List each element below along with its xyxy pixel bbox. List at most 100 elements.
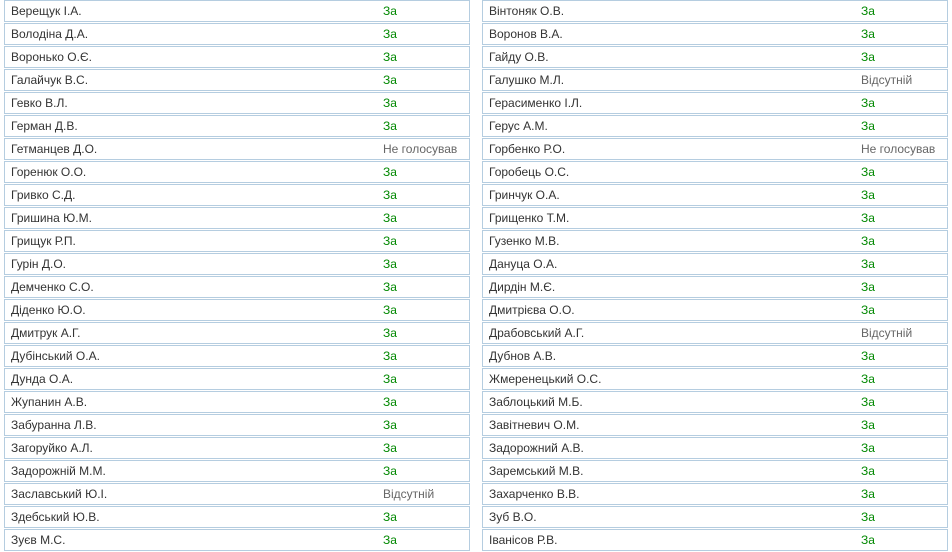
deputy-name: Здебський Ю.В.	[5, 510, 377, 524]
deputy-name: Грищук Р.П.	[5, 234, 377, 248]
deputy-name: Захарченко В.В.	[483, 487, 855, 501]
deputy-name: Іванісов Р.В.	[483, 533, 855, 547]
vote-row: Дубнов А.В.За	[482, 345, 948, 367]
deputy-name: Горенюк О.О.	[5, 165, 377, 179]
vote-value: За	[855, 119, 947, 133]
vote-value: За	[377, 165, 469, 179]
vote-value: За	[377, 418, 469, 432]
deputy-name: Воронько О.Є.	[5, 50, 377, 64]
vote-row: Грищенко Т.М.За	[482, 207, 948, 229]
vote-row: Дунда О.А.За	[4, 368, 470, 390]
vote-value: За	[855, 188, 947, 202]
vote-row: Грищук Р.П.За	[4, 230, 470, 252]
vote-row: Горенюк О.О.За	[4, 161, 470, 183]
vote-value: За	[377, 234, 469, 248]
deputy-name: Дануца О.А.	[483, 257, 855, 271]
deputy-name: Дирдін М.Є.	[483, 280, 855, 294]
vote-row: Гайду О.В.За	[482, 46, 948, 68]
deputy-name: Грищенко Т.М.	[483, 211, 855, 225]
vote-row: Гетманцев Д.О.Не голосував	[4, 138, 470, 160]
vote-value: За	[855, 487, 947, 501]
deputy-name: Задорожний А.В.	[483, 441, 855, 455]
vote-value: За	[377, 50, 469, 64]
vote-row: Гурін Д.О.За	[4, 253, 470, 275]
vote-row: Дануца О.А.За	[482, 253, 948, 275]
deputy-name: Гринчук О.А.	[483, 188, 855, 202]
vote-row: Горобець О.С.За	[482, 161, 948, 183]
vote-column-right: Вінтоняк О.В.ЗаВоронов В.А.ЗаГайду О.В.З…	[476, 0, 948, 552]
deputy-name: Дмитрієва О.О.	[483, 303, 855, 317]
vote-value: За	[855, 257, 947, 271]
vote-row: Здебський Ю.В.За	[4, 506, 470, 528]
vote-row: Гринчук О.А.За	[482, 184, 948, 206]
vote-column-left: Верещук І.А.ЗаВолодіна Д.А.ЗаВоронько О.…	[4, 0, 476, 552]
vote-value: За	[377, 441, 469, 455]
vote-row: Гришина Ю.М.За	[4, 207, 470, 229]
deputy-name: Задорожній М.М.	[5, 464, 377, 478]
deputy-name: Горобець О.С.	[483, 165, 855, 179]
vote-value: За	[377, 326, 469, 340]
vote-value: За	[377, 280, 469, 294]
deputy-name: Дубнов А.В.	[483, 349, 855, 363]
vote-row: Вінтоняк О.В.За	[482, 0, 948, 22]
deputy-name: Гузенко М.В.	[483, 234, 855, 248]
deputy-name: Жупанин А.В.	[5, 395, 377, 409]
vote-value: Не голосував	[855, 142, 947, 156]
vote-row: Дубінський О.А.За	[4, 345, 470, 367]
vote-value: За	[377, 96, 469, 110]
deputy-name: Заславський Ю.І.	[5, 487, 377, 501]
vote-value: За	[855, 395, 947, 409]
vote-value: За	[855, 533, 947, 547]
deputy-name: Галушко М.Л.	[483, 73, 855, 87]
vote-row: Гузенко М.В.За	[482, 230, 948, 252]
vote-row: Задорожній М.М.За	[4, 460, 470, 482]
deputy-name: Вінтоняк О.В.	[483, 4, 855, 18]
vote-value: За	[377, 349, 469, 363]
vote-row: Воронько О.Є.За	[4, 46, 470, 68]
vote-value: Відсутній	[377, 487, 469, 501]
vote-value: За	[855, 211, 947, 225]
deputy-name: Гевко В.Л.	[5, 96, 377, 110]
vote-value: За	[377, 303, 469, 317]
vote-value: За	[377, 510, 469, 524]
vote-row: Загоруйко А.Л.За	[4, 437, 470, 459]
vote-value: За	[855, 234, 947, 248]
vote-results: Верещук І.А.ЗаВолодіна Д.А.ЗаВоронько О.…	[0, 0, 952, 552]
vote-value: Відсутній	[855, 326, 947, 340]
vote-value: За	[377, 119, 469, 133]
vote-value: За	[855, 349, 947, 363]
vote-value: За	[377, 27, 469, 41]
vote-row: Заславський Ю.І.Відсутній	[4, 483, 470, 505]
deputy-name: Гетманцев Д.О.	[5, 142, 377, 156]
vote-row: Демченко С.О.За	[4, 276, 470, 298]
vote-value: За	[855, 50, 947, 64]
deputy-name: Заремський М.В.	[483, 464, 855, 478]
vote-row: Дирдін М.Є.За	[482, 276, 948, 298]
vote-value: За	[377, 4, 469, 18]
vote-row: Діденко Ю.О.За	[4, 299, 470, 321]
vote-row: Герман Д.В.За	[4, 115, 470, 137]
deputy-name: Володіна Д.А.	[5, 27, 377, 41]
vote-row: Жупанин А.В.За	[4, 391, 470, 413]
vote-value: За	[855, 372, 947, 386]
vote-value: Відсутній	[855, 73, 947, 87]
vote-row: Воронов В.А.За	[482, 23, 948, 45]
deputy-name: Забуранна Л.В.	[5, 418, 377, 432]
vote-value: Не голосував	[377, 142, 469, 156]
deputy-name: Гайду О.В.	[483, 50, 855, 64]
vote-value: За	[377, 533, 469, 547]
vote-row: Гевко В.Л.За	[4, 92, 470, 114]
vote-value: За	[377, 211, 469, 225]
vote-value: За	[377, 395, 469, 409]
deputy-name: Зуєв М.С.	[5, 533, 377, 547]
vote-row: Герасименко І.Л.За	[482, 92, 948, 114]
vote-row: Завітневич О.М.За	[482, 414, 948, 436]
vote-value: За	[377, 257, 469, 271]
vote-value: За	[855, 4, 947, 18]
deputy-name: Гришина Ю.М.	[5, 211, 377, 225]
vote-value: За	[855, 280, 947, 294]
vote-value: За	[855, 165, 947, 179]
vote-value: За	[855, 96, 947, 110]
deputy-name: Горбенко Р.О.	[483, 142, 855, 156]
vote-row: Драбовський А.Г.Відсутній	[482, 322, 948, 344]
